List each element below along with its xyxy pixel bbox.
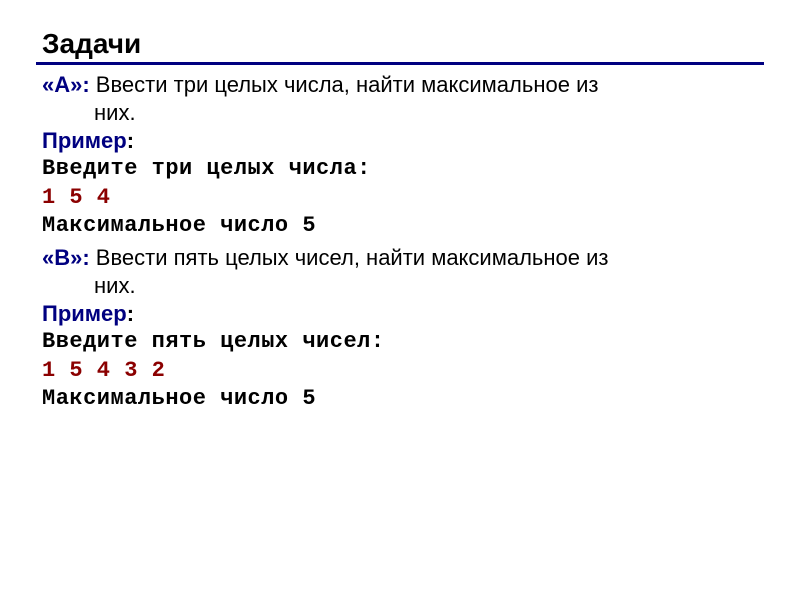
task-b-text2: них. bbox=[42, 272, 764, 300]
task-a-result: Максимальное число 5 bbox=[42, 212, 764, 240]
task-b-line1: «B»: Ввести пять целых чисел, найти макс… bbox=[42, 244, 764, 272]
task-b-input: 1 5 4 3 2 bbox=[42, 357, 764, 385]
task-a-line1: «A»: Ввести три целых числа, найти макси… bbox=[42, 71, 764, 99]
task-a-example-label: Пример bbox=[42, 128, 127, 153]
slide: Задачи «A»: Ввести три целых числа, найт… bbox=[0, 0, 800, 449]
task-a-text1: Ввести три целых числа, найти максимальн… bbox=[90, 72, 599, 97]
task-a-input: 1 5 4 bbox=[42, 184, 764, 212]
task-b-example-label: Пример bbox=[42, 301, 127, 326]
task-b-text1: Ввести пять целых чисел, найти максималь… bbox=[90, 245, 609, 270]
task-a-example-colon: : bbox=[127, 128, 134, 153]
content-body: «A»: Ввести три целых числа, найти макси… bbox=[36, 71, 764, 413]
task-a-prompt: Введите три целых числа: bbox=[42, 155, 764, 183]
task-b-result: Максимальное число 5 bbox=[42, 385, 764, 413]
task-b-example-colon: : bbox=[127, 301, 134, 326]
page-title: Задачи bbox=[36, 28, 764, 60]
task-a-label: «A»: bbox=[42, 72, 90, 97]
task-a: «A»: Ввести три целых числа, найти макси… bbox=[42, 71, 764, 240]
task-b-example-label-row: Пример: bbox=[42, 300, 764, 328]
task-b-label: «B»: bbox=[42, 245, 90, 270]
task-b: «B»: Ввести пять целых чисел, найти макс… bbox=[42, 244, 764, 413]
task-b-prompt: Введите пять целых чисел: bbox=[42, 328, 764, 356]
title-underline: Задачи bbox=[36, 28, 764, 65]
task-a-example-label-row: Пример: bbox=[42, 127, 764, 155]
task-a-text2: них. bbox=[42, 99, 764, 127]
